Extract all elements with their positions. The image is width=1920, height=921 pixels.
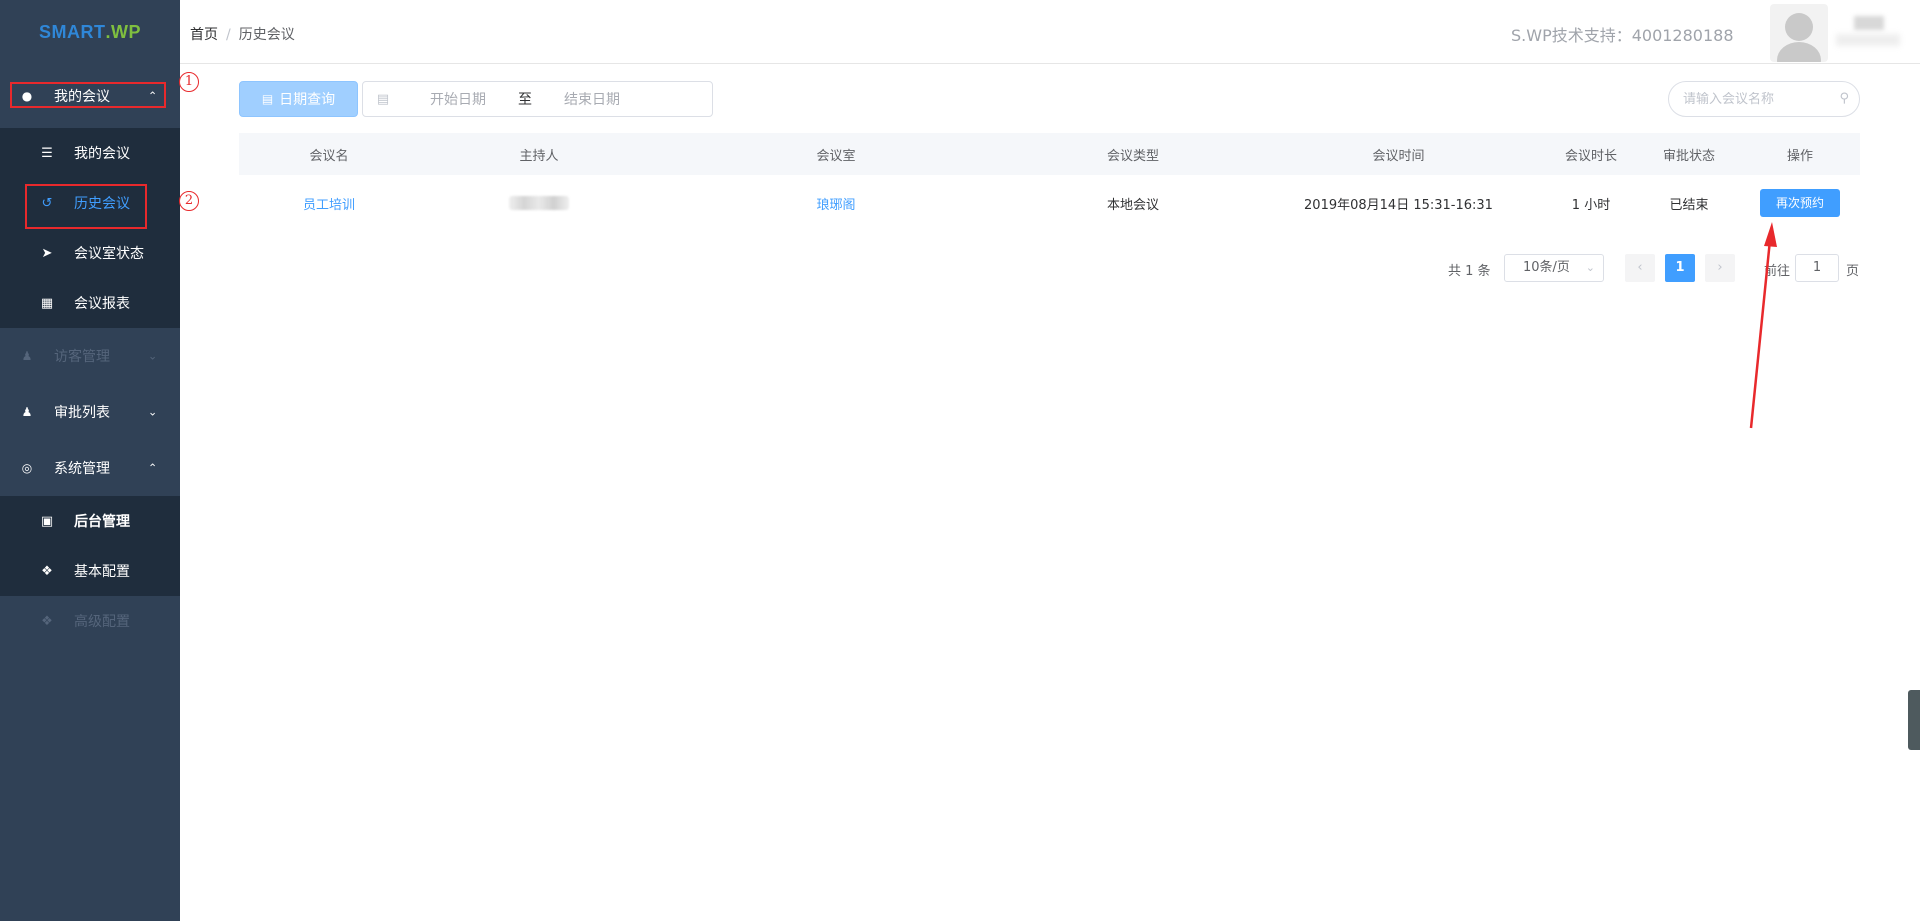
app-root: SMART .WP ● 我的会议 ⌃ ☰ 我的会议 ↺ 历史会议 ➤ 会议室状态 … <box>0 0 1920 921</box>
sidebar-item-label: 我的会议 <box>74 146 130 162</box>
user-icon: ♟ <box>21 349 33 363</box>
meeting-type: 本地会议 <box>1106 197 1159 213</box>
sidebar-item-backend-management[interactable]: ▣ 后台管理 <box>0 496 180 546</box>
sidebar-item-label: 高级配置 <box>74 614 130 630</box>
blur-block <box>1836 34 1900 46</box>
chevron-down-icon: ⌄ <box>148 349 158 363</box>
range-separator: 至 <box>518 92 532 108</box>
sidebar-item-label: 基本配置 <box>74 564 130 580</box>
page-size-value: 10条/页 <box>1523 260 1570 275</box>
menu-group-system-management[interactable]: ◎ 系统管理 ⌃ <box>0 440 180 496</box>
report-icon: ▦ <box>40 295 54 311</box>
sidebar-item-my-meetings[interactable]: ☰ 我的会议 <box>0 128 180 178</box>
chevron-up-icon: ⌃ <box>148 89 158 103</box>
breadcrumb: 首页 / 历史会议 <box>190 24 295 44</box>
side-panel-handle[interactable] <box>1908 690 1920 750</box>
image-icon: ▣ <box>40 513 54 529</box>
meeting-search-box: ⚲ <box>1668 81 1860 117</box>
logo: SMART .WP <box>0 0 180 64</box>
sidebar-item-history-meetings[interactable]: ↺ 历史会议 <box>0 178 180 228</box>
chevron-down-icon: ⌄ <box>148 405 158 419</box>
submenu-system-management: ▣ 后台管理 ❖ 基本配置 <box>0 496 180 596</box>
column-header-action: 操作 <box>1786 148 1813 164</box>
column-header-duration: 会议时长 <box>1564 148 1617 164</box>
menu-group-approval-list[interactable]: ♟ 审批列表 ⌄ <box>0 384 180 440</box>
menu-group-my-meetings[interactable]: ● 我的会议 ⌃ <box>0 64 180 128</box>
menu-group-visitor-management: ♟ 访客管理 ⌄ <box>0 328 180 384</box>
menu-group-label: 系统管理 <box>54 461 110 477</box>
sidebar: SMART .WP ● 我的会议 ⌃ ☰ 我的会议 ↺ 历史会议 ➤ 会议室状态 … <box>0 0 180 921</box>
column-header-name: 会议名 <box>309 148 349 164</box>
list-icon: ☰ <box>41 145 53 161</box>
column-header-type: 会议类型 <box>1106 148 1159 164</box>
rebook-button[interactable]: 再次预约 <box>1760 189 1840 217</box>
chevron-up-icon: ⌃ <box>148 461 158 475</box>
goto-suffix: 页 <box>1846 264 1860 279</box>
chevron-down-icon: ⌄ <box>1585 261 1595 274</box>
meeting-room-link[interactable]: 琅琊阁 <box>816 198 855 213</box>
support-phone: S.WP技术支持：4001280188 <box>1511 26 1734 45</box>
menu-group-label: 访客管理 <box>54 349 110 365</box>
table-header: 会议名 主持人 会议室 会议类型 会议时间 会议时长 审批状态 操作 <box>239 133 1860 175</box>
breadcrumb-home[interactable]: 首页 <box>190 27 218 43</box>
meeting-duration: 1 小时 <box>1571 197 1611 213</box>
submenu-my-meetings: ☰ 我的会议 ↺ 历史会议 ➤ 会议室状态 ▦ 会议报表 <box>0 128 180 328</box>
avatar[interactable] <box>1770 4 1828 62</box>
date-query-button[interactable]: ▤ 日期查询 <box>239 81 358 117</box>
breadcrumb-current: 历史会议 <box>238 27 295 43</box>
logo-part2: .WP <box>105 21 141 42</box>
column-header-room: 会议室 <box>816 148 856 164</box>
pagination: 共 1 条 10条/页 ⌄ ‹ 1 › 前往 1 页 <box>0 254 1920 284</box>
annotation-number-1: 1 <box>179 72 199 92</box>
calendar-icon: ▤ <box>376 91 390 107</box>
approval-status: 已结束 <box>1669 197 1709 213</box>
sidebar-item-label: 历史会议 <box>74 196 130 212</box>
annotation-number-2: 2 <box>179 191 199 211</box>
user-name-blurred[interactable] <box>1836 16 1906 52</box>
avatar-head-icon <box>1785 13 1813 41</box>
page-size-select[interactable]: 10条/页 ⌄ <box>1504 254 1604 282</box>
cube-icon: ❖ <box>41 613 53 629</box>
column-header-host: 主持人 <box>519 148 559 164</box>
history-icon: ↺ <box>41 195 53 211</box>
search-icon[interactable]: ⚲ <box>1839 91 1849 106</box>
search-input[interactable] <box>1683 91 1833 107</box>
next-page-button[interactable]: › <box>1705 254 1735 282</box>
menu-group-label: 我的会议 <box>54 89 110 105</box>
history-meetings-table: 会议名 主持人 会议室 会议类型 会议时间 会议时长 审批状态 操作 员工培训 … <box>239 133 1860 231</box>
end-date-input[interactable]: 结束日期 <box>537 89 647 109</box>
start-date-input[interactable]: 开始日期 <box>403 89 513 109</box>
table-row: 员工培训 琅琊阁 本地会议 2019年08月14日 15:31-16:31 1 … <box>239 175 1860 231</box>
column-header-status: 审批状态 <box>1662 148 1715 164</box>
sidebar-item-advanced-config: ❖ 高级配置 <box>0 596 180 646</box>
calendar-icon: ▤ <box>261 92 274 106</box>
cube-icon: ❖ <box>41 563 53 579</box>
target-icon: ◎ <box>21 461 33 475</box>
goto-prefix: 前往 <box>1764 264 1791 279</box>
sidebar-item-label: 会议报表 <box>74 296 130 312</box>
meeting-name-link[interactable]: 员工培训 <box>303 198 355 213</box>
user-icon: ♟ <box>21 405 33 419</box>
avatar-body-icon <box>1777 42 1821 62</box>
host-name-blurred <box>509 196 569 210</box>
breadcrumb-separator: / <box>226 27 231 43</box>
date-range-picker[interactable]: ▤ 开始日期 至 结束日期 <box>362 81 713 117</box>
users-icon: ● <box>21 89 33 103</box>
sidebar-item-basic-config[interactable]: ❖ 基本配置 <box>0 546 180 596</box>
menu-group-label: 审批列表 <box>54 405 110 421</box>
pagination-total: 共 1 条 <box>1448 264 1491 279</box>
blur-block <box>1854 16 1884 30</box>
page-number-current[interactable]: 1 <box>1665 254 1695 282</box>
goto-page-input[interactable]: 1 <box>1795 254 1839 282</box>
sidebar-item-meeting-report[interactable]: ▦ 会议报表 <box>0 278 180 328</box>
top-header: 首页 / 历史会议 S.WP技术支持：4001280188 <box>180 0 1920 64</box>
prev-page-button[interactable]: ‹ <box>1625 254 1655 282</box>
meeting-time: 2019年08月14日 15:31-16:31 <box>1304 197 1493 213</box>
date-query-label: 日期查询 <box>279 92 336 108</box>
sidebar-item-label: 后台管理 <box>74 514 130 530</box>
column-header-time: 会议时间 <box>1372 148 1425 164</box>
logo-part1: SMART <box>39 21 106 42</box>
